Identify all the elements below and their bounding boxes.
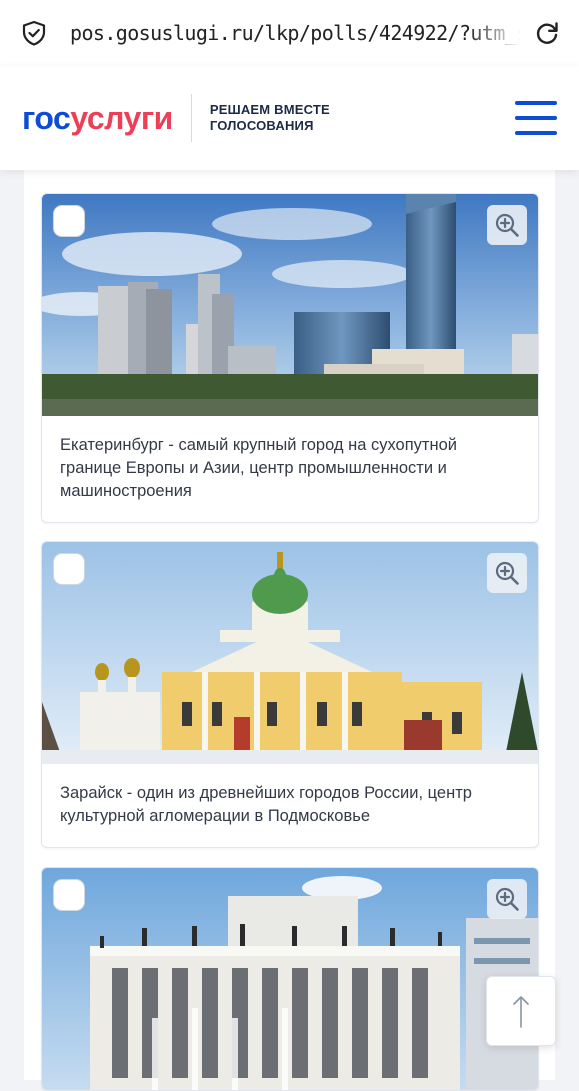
zoom-in-icon[interactable] [487,553,527,593]
option-photo[interactable] [42,868,538,1090]
shield-check-icon[interactable] [20,19,48,47]
site-header: госуслуги РЕШАЕМ ВМЕСТЕ ГОЛОСОВАНИЯ [0,66,579,170]
header-divider [190,94,192,142]
option-photo[interactable] [42,194,538,416]
menu-icon[interactable] [515,101,557,135]
header-tagline: РЕШАЕМ ВМЕСТЕ ГОЛОСОВАНИЯ [210,102,330,134]
gosuslugi-logo[interactable]: госуслуги [22,102,173,134]
option-caption: Зарайск - один из древнейших городов Рос… [60,784,472,825]
option-checkbox[interactable] [53,205,85,237]
url-field[interactable]: pos.gosuslugi.ru/lkp/polls/424922/?utm_s… [70,21,521,45]
poll-option-card[interactable]: Зарайск - один из древнейших городов Рос… [41,541,539,848]
logo-part-gos: гос [22,100,71,136]
option-photo[interactable] [42,542,538,764]
theatre-building-image [42,868,538,1090]
option-caption: Екатеринбург - самый крупный город на су… [60,436,457,500]
zaraysk-cathedral-image [42,542,538,764]
poll-option-card[interactable]: Екатеринбург - самый крупный город на су… [41,193,539,523]
tagline-line-1: РЕШАЕМ ВМЕСТЕ [209,102,330,117]
arrow-up-icon [513,996,529,1028]
scroll-to-top-button[interactable] [486,976,556,1046]
reload-icon[interactable] [533,19,561,47]
ekaterinburg-skyline-image [42,194,538,416]
option-checkbox[interactable] [53,553,85,585]
logo-part-uslugi: услуги [70,100,173,136]
zoom-in-icon[interactable] [487,879,527,919]
poll-options-list: Екатеринбург - самый крупный город на су… [24,170,555,1091]
option-checkbox[interactable] [53,879,85,911]
poll-option-card[interactable] [41,867,539,1091]
browser-url-bar: pos.gosuslugi.ru/lkp/polls/424922/?utm_s… [0,0,579,66]
tagline-line-2: ГОЛОСОВАНИЯ [209,118,314,133]
zoom-in-icon[interactable] [487,205,527,245]
